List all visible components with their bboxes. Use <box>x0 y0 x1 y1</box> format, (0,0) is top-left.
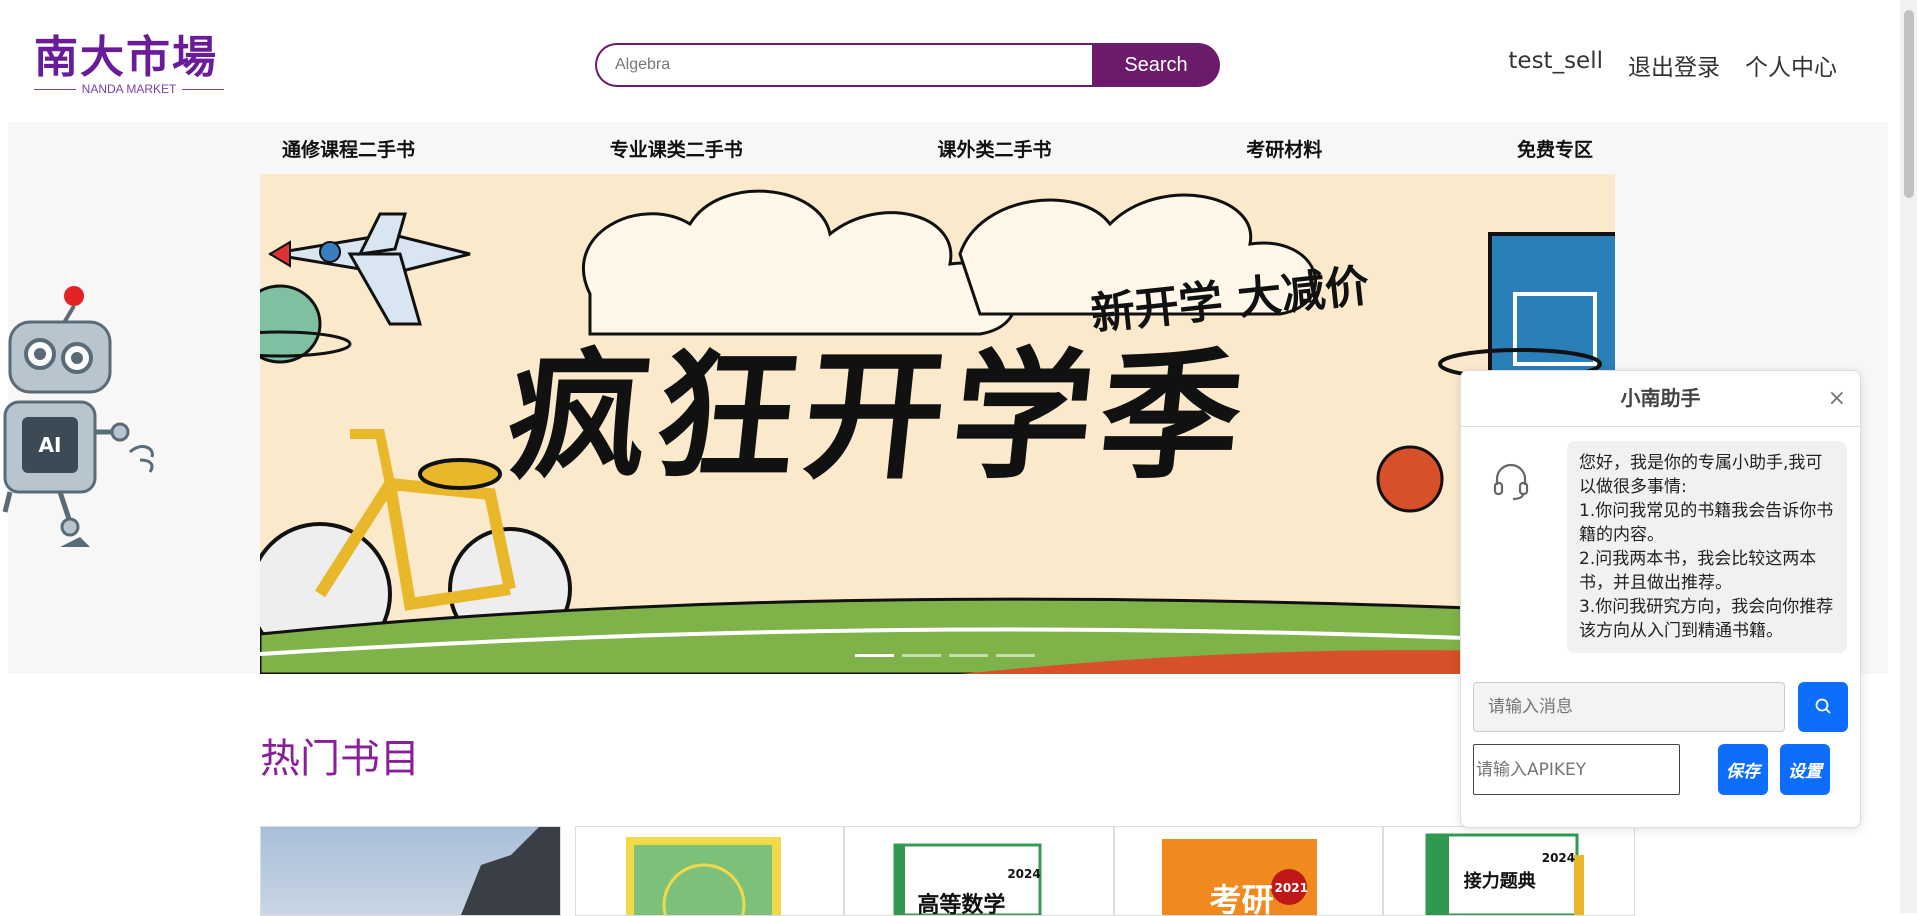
book-card[interactable] <box>575 826 845 916</box>
ai-robot-mascot[interactable]: AI <box>0 282 170 566</box>
settings-button[interactable]: 设置 <box>1780 744 1830 795</box>
category-major-books[interactable]: 专业课类二手书 <box>610 135 743 162</box>
book-year-badge: 2024 <box>1541 851 1576 865</box>
chat-title: 小南助手 <box>1620 386 1701 410</box>
svg-text:AI: AI <box>39 433 62 457</box>
book-card[interactable]: 高等数学 2024 <box>844 826 1114 916</box>
carousel-dot[interactable] <box>949 654 988 657</box>
search-icon <box>1815 698 1831 714</box>
carousel-dot[interactable] <box>996 654 1035 657</box>
send-button[interactable] <box>1798 682 1848 732</box>
chat-assistant-panel: 小南助手 × 您好，我是你的专属小助手,我可以做很多事情: 1.你问我常见的书籍… <box>1460 370 1861 828</box>
book-card[interactable]: 接力题典 2024 <box>1382 826 1635 916</box>
hot-books-list: 高等数学 2024 考研 2021 接力题典 2024 <box>260 826 1635 916</box>
logo[interactable]: 南大市場 NANDA MARKET <box>34 32 224 102</box>
category-nav: 通修课程二手书 专业课类二手书 课外类二手书 考研材料 免费专区 <box>260 122 1615 174</box>
book-title-text: 考研 <box>1209 881 1274 916</box>
book-cover-image <box>626 837 782 915</box>
carousel-dot[interactable] <box>855 654 894 657</box>
apikey-input[interactable] <box>1473 744 1680 795</box>
user-nav: test_sell 退出登录 个人中心 <box>1508 48 1837 82</box>
chat-header: 小南助手 × <box>1461 371 1860 427</box>
logo-subtitle: NANDA MARKET <box>34 82 224 96</box>
logo-subtitle-text: NANDA MARKET <box>81 82 177 96</box>
category-general-books[interactable]: 通修课程二手书 <box>282 135 415 162</box>
book-card[interactable]: 考研 2021 <box>1113 826 1383 916</box>
headset-icon <box>1491 461 1531 505</box>
scrollbar-thumb[interactable] <box>1904 10 1914 198</box>
book-card[interactable] <box>260 826 562 916</box>
book-year-badge: 2024 <box>1007 867 1041 881</box>
category-free-zone[interactable]: 免费专区 <box>1517 135 1593 162</box>
category-exam-materials[interactable]: 考研材料 <box>1246 135 1322 162</box>
search-input[interactable] <box>595 43 1092 87</box>
category-extracurricular-books[interactable]: 课外类二手书 <box>937 135 1051 162</box>
logout-link[interactable]: 退出登录 <box>1628 48 1720 82</box>
save-button[interactable]: 保存 <box>1718 744 1768 795</box>
book-cover-image <box>461 827 561 915</box>
book-title-text: 高等数学 <box>917 893 1006 916</box>
carousel-indicators <box>855 654 1035 657</box>
book-title-text: 接力题典 <box>1463 871 1536 892</box>
book-year-badge: 2021 <box>1274 881 1308 895</box>
search-button[interactable]: Search <box>1092 43 1220 87</box>
profile-link[interactable]: 个人中心 <box>1745 48 1837 82</box>
banner-carousel[interactable]: 新开学 大减价 疯狂开学季 › <box>260 174 1615 674</box>
assistant-message-bubble: 您好，我是你的专属小助手,我可以做很多事情: 1.你问我常见的书籍我会告诉你书籍… <box>1567 441 1847 653</box>
banner-title: 疯狂开学季 <box>500 335 1258 499</box>
logo-text: 南大市場 <box>34 32 218 83</box>
carousel-dot[interactable] <box>902 654 941 657</box>
hot-books-heading: 热门书目 <box>260 736 420 782</box>
chat-message-input[interactable] <box>1473 682 1785 732</box>
close-icon[interactable]: × <box>1828 371 1846 426</box>
search-bar: Search <box>595 43 1220 87</box>
username-link[interactable]: test_sell <box>1508 48 1603 82</box>
page-scrollbar[interactable] <box>1900 0 1917 913</box>
